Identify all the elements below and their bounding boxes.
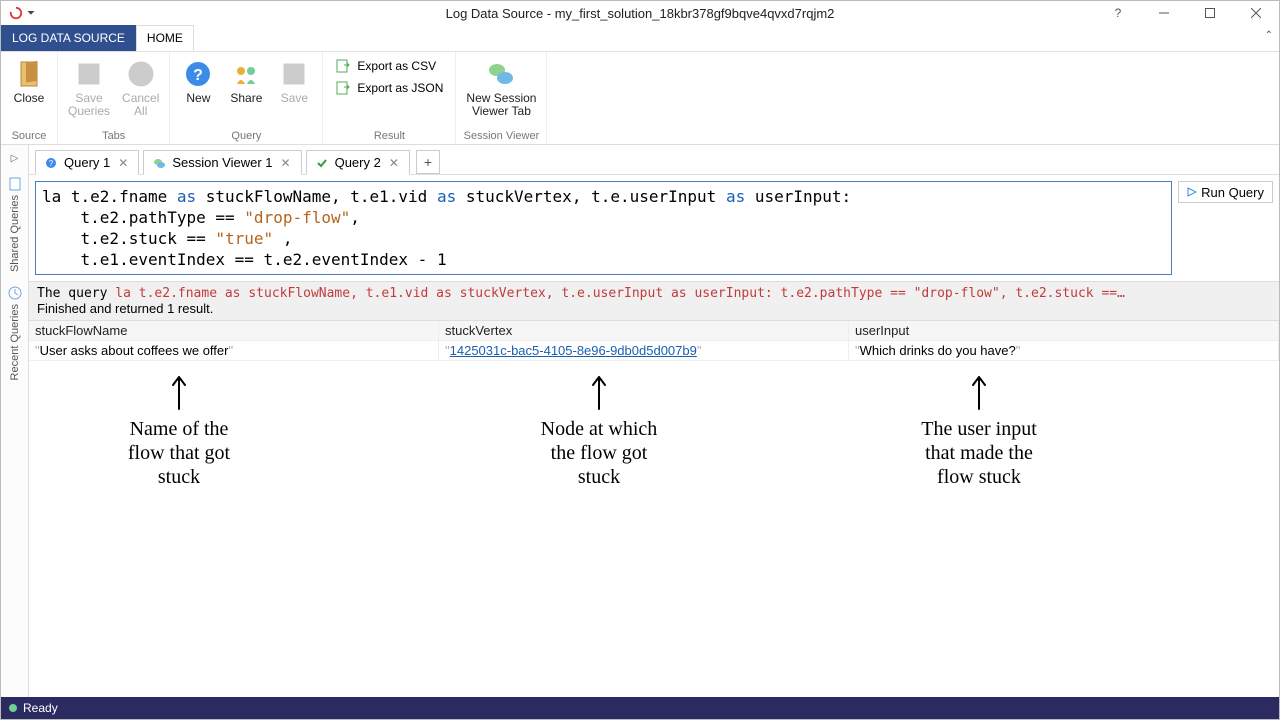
col-header-stuckvertex[interactable]: stuckVertex [439,321,849,341]
save-queries-button[interactable]: Save Queries [64,56,114,120]
ribbon-group-result: Export as CSV Export as JSON Result [323,52,456,144]
annotation-flow-name: Name of the flow that got stuck [69,371,289,489]
query-status-text: Finished and returned 1 result. [37,301,1271,316]
export-csv-button[interactable]: Export as CSV [329,56,449,76]
annotation-overlay: Name of the flow that got stuck Node at … [29,361,1279,697]
clock-icon [8,286,22,300]
col-header-userinput[interactable]: userInput [849,321,1279,341]
document-icon [8,177,22,191]
export-json-icon [335,80,351,96]
window-title: Log Data Source - my_first_solution_18kb… [1,6,1279,21]
status-bar: Ready [1,697,1279,719]
close-tab-icon[interactable]: ✕ [116,156,130,170]
qat-dropdown-icon[interactable]: ⏷ [27,8,35,19]
vertex-link[interactable]: 1425031c-bac5-4105-8e96-9db0d5d007b9 [450,343,697,358]
sidebar-recent-queries[interactable]: Recent Queries [1,282,29,384]
maximize-button[interactable] [1187,1,1233,25]
close-button[interactable]: Close [7,56,51,107]
session-viewer-icon [485,58,517,90]
share-query-button[interactable]: Share [224,56,268,107]
tab-query-1[interactable]: ? Query 1 ✕ [35,150,139,175]
ribbon-group-source: Close Source [1,52,58,144]
query-output-header: The query la t.e2.fname as stuckFlowName… [29,281,1279,321]
ribbon-tab-context[interactable]: LOG DATA SOURCE [1,25,136,51]
close-door-icon [13,58,45,90]
ribbon-group-query: ? New Share Save Query [170,52,323,144]
ribbon-tab-strip: LOG DATA SOURCE HOME [1,25,1279,51]
query-tab-icon: ? [44,156,58,170]
ribbon: ⌃ Close Source Save Queries Cancel All [1,51,1279,145]
new-query-button[interactable]: ? New [176,56,220,107]
close-tab-icon[interactable]: ✕ [279,156,293,170]
minimize-button[interactable] [1141,1,1187,25]
check-icon [315,156,329,170]
session-tab-icon [152,156,166,170]
document-tab-strip: ? Query 1 ✕ Session Viewer 1 ✕ Query 2 ✕… [29,145,1279,175]
annotation-node: Node at which the flow got stuck [479,371,719,489]
results-table: stuckFlowName stuckVertex userInput "Use… [29,321,1279,361]
export-json-button[interactable]: Export as JSON [329,78,449,98]
close-tab-icon[interactable]: ✕ [387,156,401,170]
col-header-stuckflowname[interactable]: stuckFlowName [29,321,439,341]
cell-userinput: "Which drinks do you have?" [849,341,1279,361]
export-csv-icon [335,58,351,74]
ribbon-tab-home[interactable]: HOME [136,25,194,51]
add-tab-button[interactable]: + [416,150,440,174]
sidebar-expand-icon[interactable]: ▷ [5,149,25,167]
status-indicator-icon [9,704,17,712]
status-text: Ready [23,701,58,715]
svg-text:?: ? [194,67,204,84]
app-logo-icon [9,6,23,20]
cell-stuckvertex: "1425031c-bac5-4105-8e96-9db0d5d007b9" [439,341,849,361]
new-query-icon: ? [182,58,214,90]
ribbon-collapse-icon[interactable]: ⌃ [1265,30,1273,41]
share-icon [230,58,262,90]
save-icon [278,58,310,90]
title-bar: ⏷ Log Data Source - my_first_solution_18… [1,1,1279,25]
cancel-all-button[interactable]: Cancel All [118,56,163,120]
ribbon-group-tabs: Save Queries Cancel All Tabs [58,52,170,144]
annotation-user-input: The user input that made the flow stuck [849,371,1109,489]
ribbon-group-session-viewer: New Session Viewer Tab Session Viewer [456,52,547,144]
tab-session-viewer-1[interactable]: Session Viewer 1 ✕ [143,150,301,175]
help-button[interactable]: ? [1095,1,1141,25]
close-window-button[interactable] [1233,1,1279,25]
left-sidebar: ▷ Shared Queries Recent Queries [1,145,29,697]
query-editor[interactable]: la t.e2.fname as stuckFlowName, t.e1.vid… [35,181,1172,275]
play-icon [1187,187,1197,197]
tab-query-2[interactable]: Query 2 ✕ [306,150,410,175]
new-session-viewer-button[interactable]: New Session Viewer Tab [462,56,540,120]
svg-text:?: ? [49,159,54,168]
save-query-button[interactable]: Save [272,56,316,107]
cell-stuckflowname: "User asks about coffees we offer" [29,341,439,361]
run-query-button[interactable]: Run Query [1178,181,1273,203]
sidebar-shared-queries[interactable]: Shared Queries [1,173,29,276]
cancel-icon [125,58,157,90]
save-icon [73,58,105,90]
